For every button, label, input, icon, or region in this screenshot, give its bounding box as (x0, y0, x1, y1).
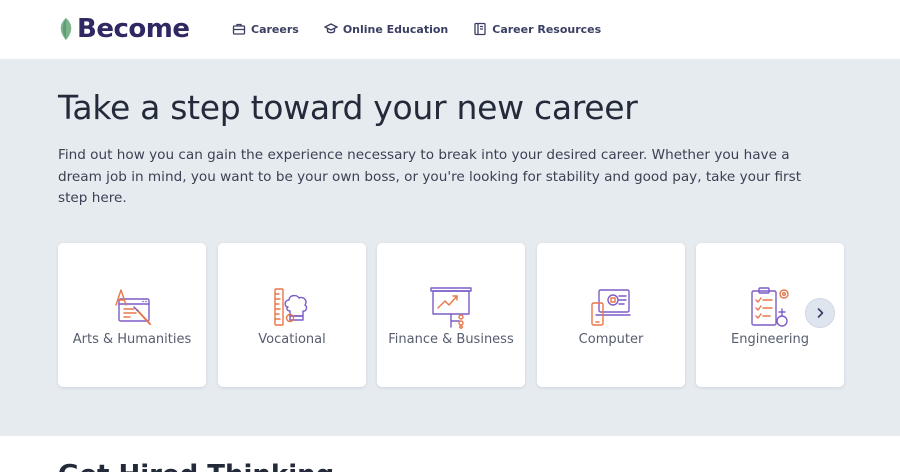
graduation-cap-icon (323, 23, 338, 34)
site-header: Become Careers Online Education Career R… (0, 0, 900, 59)
category-card-finance-business[interactable]: Finance & Business (377, 243, 525, 387)
category-label: Vocational (258, 332, 326, 347)
briefcase-icon (232, 23, 246, 35)
vocational-icon (274, 288, 308, 326)
category-card-vocational[interactable]: Vocational (218, 243, 366, 387)
nav-online-education[interactable]: Online Education (323, 19, 449, 39)
category-label: Arts & Humanities (72, 332, 192, 347)
book-icon (474, 22, 486, 36)
computer-icon (591, 289, 631, 326)
category-label: Computer (578, 332, 644, 347)
nav-careers[interactable]: Careers (232, 19, 299, 39)
logo[interactable]: Become (58, 14, 190, 44)
section-title: Get Hired Thinking (58, 460, 334, 472)
engineering-icon (751, 287, 789, 327)
main-nav: Careers Online Education Career Resource… (232, 19, 626, 39)
hero-title: Take a step toward your new career (58, 88, 638, 127)
nav-careers-label: Careers (251, 22, 299, 36)
chevron-right-icon (817, 308, 824, 318)
hero-description: Find out how you can gain the experience… (58, 147, 802, 206)
finance-business-icon (430, 287, 472, 329)
category-label: Engineering (731, 332, 809, 347)
nav-career-resources[interactable]: Career Resources (473, 19, 601, 39)
next-section: Get Hired Thinking (0, 436, 900, 472)
logo-text: Become (77, 14, 190, 44)
carousel-next-button[interactable] (805, 298, 835, 328)
category-card-arts-humanities[interactable]: Arts & Humanities (58, 243, 206, 387)
hero-section: Take a step toward your new career Find … (0, 59, 900, 436)
nav-online-education-label: Online Education (342, 22, 449, 36)
category-card-computer[interactable]: Computer (537, 243, 685, 387)
nav-career-resources-label: Career Resources (492, 22, 602, 36)
leaf-logo-icon (60, 18, 72, 40)
category-label: Finance & Business (388, 332, 514, 347)
arts-humanities-icon (115, 289, 151, 325)
